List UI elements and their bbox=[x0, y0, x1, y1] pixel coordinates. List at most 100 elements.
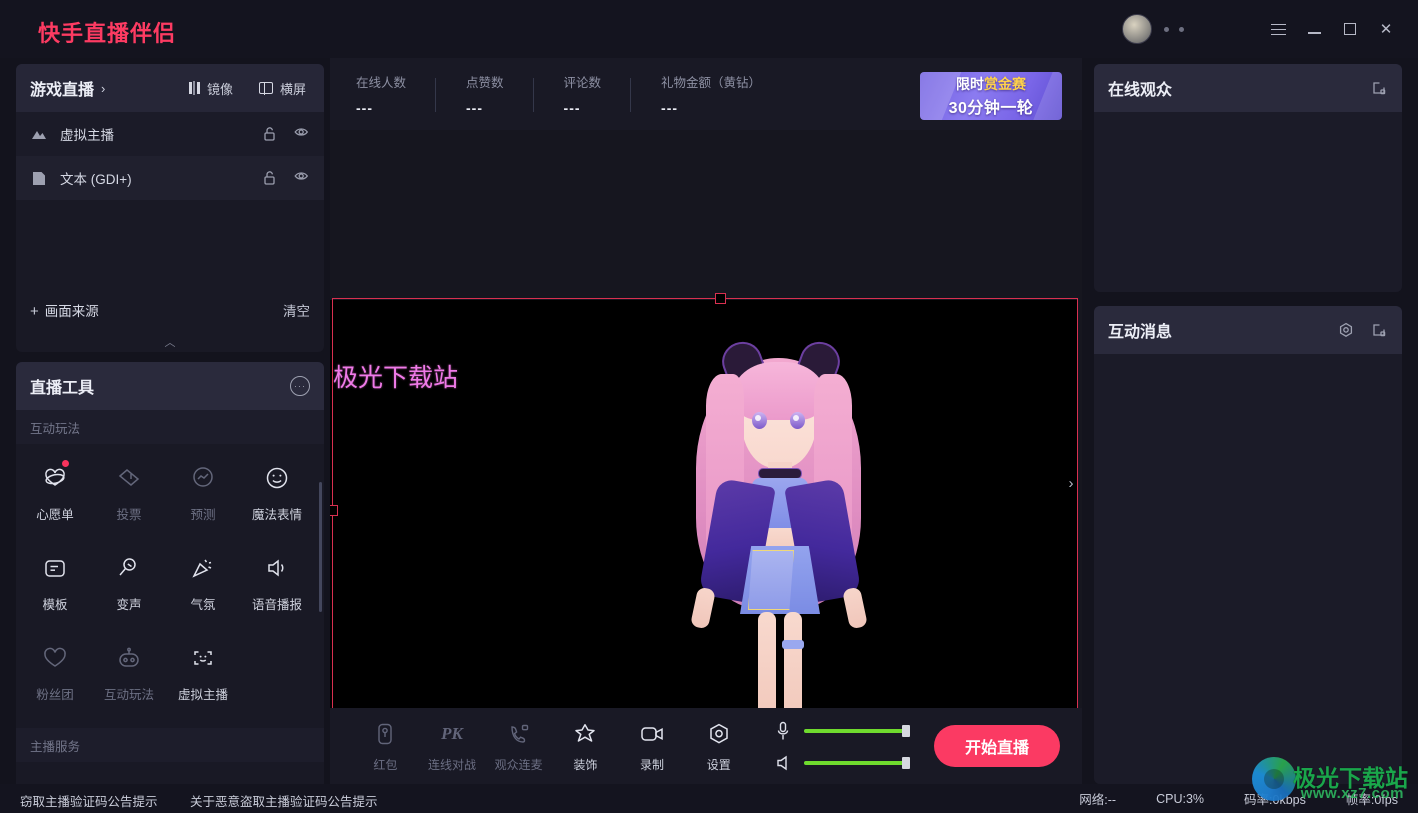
avatar-eye-left bbox=[752, 412, 767, 429]
stat-gifts: 礼物金额（黄钻） --- bbox=[661, 72, 791, 116]
control-pk[interactable]: PK 连线对战 bbox=[419, 720, 486, 773]
status-bar: 窃取主播验证码公告提示 关于恶意盗取主播验证码公告提示 网络:-- CPU:3%… bbox=[0, 784, 1418, 813]
tool-label: 魔法表情 bbox=[251, 508, 302, 522]
tool-prediction[interactable]: 预测 bbox=[166, 452, 240, 542]
vote-ticket-icon bbox=[115, 464, 143, 492]
hamburger-icon bbox=[1270, 23, 1286, 35]
title-bar: 快手直播伴侣 ✕ bbox=[0, 0, 1418, 58]
marquee-fade-mask bbox=[0, 784, 22, 813]
tools-scrollbar[interactable] bbox=[319, 482, 322, 612]
tool-atmosphere[interactable]: 气氛 bbox=[166, 542, 240, 632]
maximize-button[interactable] bbox=[1332, 9, 1368, 49]
dot-2 bbox=[1179, 26, 1184, 32]
unlock-icon[interactable] bbox=[262, 126, 278, 142]
avatar[interactable] bbox=[1122, 14, 1152, 44]
title-bar-right: ✕ bbox=[1122, 0, 1404, 58]
audio-sliders bbox=[774, 721, 911, 771]
speaker-slider-knob[interactable] bbox=[902, 757, 911, 769]
control-label: 装饰 bbox=[573, 757, 598, 772]
overlay-text[interactable]: 极光下载站 bbox=[333, 358, 458, 394]
mic-slider-knob[interactable] bbox=[902, 725, 911, 737]
notice-item-2[interactable]: 关于恶意盗取主播验证码公告提示 bbox=[190, 791, 378, 810]
source-row-vtuber[interactable]: 虚拟主播 bbox=[16, 112, 324, 156]
voice-change-icon bbox=[115, 554, 143, 582]
minimize-button[interactable] bbox=[1296, 9, 1332, 49]
control-decoration[interactable]: 装饰 bbox=[552, 720, 619, 773]
section-label-service: 主播服务 bbox=[16, 728, 324, 762]
close-button[interactable]: ✕ bbox=[1368, 9, 1404, 49]
sources-header-buttons: 镜像 横屏 bbox=[188, 79, 310, 98]
popout-icon[interactable] bbox=[1371, 80, 1388, 97]
popout-icon[interactable] bbox=[1371, 322, 1388, 339]
chevron-up-icon: ︿ bbox=[164, 337, 176, 349]
control-record[interactable]: 录制 bbox=[619, 720, 686, 773]
eye-icon[interactable] bbox=[294, 126, 310, 142]
avatar-eye-right bbox=[790, 412, 805, 429]
tool-label: 预测 bbox=[190, 508, 216, 522]
add-source-button[interactable]: + 画面来源 bbox=[30, 300, 99, 320]
tool-voice-broadcast[interactable]: 语音播报 bbox=[240, 542, 314, 632]
more-options-button[interactable]: ··· bbox=[290, 376, 310, 396]
speaker-slider-fill bbox=[804, 761, 909, 765]
promo-line-1: 限时赏金赛 bbox=[956, 74, 1026, 94]
mirror-button[interactable]: 镜像 bbox=[188, 79, 233, 98]
avatar-arm-right bbox=[842, 586, 868, 630]
sources-footer: + 画面来源 清空 bbox=[16, 290, 324, 330]
control-red-packet[interactable]: 红包 bbox=[352, 720, 419, 773]
landscape-button[interactable]: 横屏 bbox=[258, 79, 306, 98]
tool-label: 虚拟主播 bbox=[177, 688, 228, 702]
tool-voice-change[interactable]: 变声 bbox=[92, 542, 166, 632]
avatar-leg-right bbox=[784, 612, 802, 708]
mic-slider[interactable] bbox=[804, 725, 911, 737]
tool-vote[interactable]: 投票 bbox=[92, 452, 166, 542]
preview-collapse-button[interactable]: › bbox=[1060, 462, 1082, 504]
speaker-volume-icon[interactable] bbox=[774, 755, 792, 771]
scene-title[interactable]: 游戏直播 bbox=[30, 76, 94, 100]
control-settings[interactable]: 设置 bbox=[685, 720, 752, 773]
tool-fan-club[interactable]: 粉丝团 bbox=[18, 632, 92, 722]
avatar-skirt-panel bbox=[748, 550, 794, 610]
notice-item-1[interactable]: 窃取主播验证码公告提示 bbox=[20, 791, 158, 810]
tool-wishlist[interactable]: 心愿单 bbox=[18, 452, 92, 542]
clear-sources-button[interactable]: 清空 bbox=[283, 300, 310, 320]
control-label: 连线对战 bbox=[428, 757, 477, 772]
eye-icon[interactable] bbox=[294, 170, 310, 186]
tool-interactive-play[interactable]: 互动玩法 bbox=[92, 632, 166, 722]
text-icon bbox=[30, 171, 48, 186]
control-audience-mic[interactable]: 观众连麦 bbox=[485, 720, 552, 773]
face-scan-icon bbox=[189, 644, 217, 672]
sources-collapse-button[interactable]: ︿ bbox=[16, 332, 324, 352]
unlock-icon[interactable] bbox=[262, 170, 278, 186]
interactive-messages-header: 互动消息 bbox=[1094, 306, 1402, 354]
heart-outline-icon bbox=[41, 644, 69, 672]
live-tools-header: 直播工具 ··· bbox=[16, 362, 324, 410]
right-column: 在线观众 互动消息 bbox=[1094, 58, 1402, 784]
source-row-text[interactable]: 文本 (GDI+) bbox=[16, 156, 324, 200]
menu-button[interactable] bbox=[1260, 9, 1296, 49]
preview-area[interactable]: 极光下载站 › bbox=[330, 130, 1082, 708]
stat-value: --- bbox=[563, 100, 581, 116]
tool-vtuber[interactable]: 虚拟主播 bbox=[166, 632, 240, 722]
sources-panel: 游戏直播 › 镜像 横屏 虚拟主播 文本 (GDI+) + 画面来源 清空 ︿ bbox=[16, 64, 324, 352]
tool-magic-emoji[interactable]: 魔法表情 bbox=[240, 452, 314, 542]
source-name: 虚拟主播 bbox=[60, 128, 114, 143]
promo-banner[interactable]: 限时赏金赛 30分钟一轮 bbox=[920, 72, 1062, 120]
online-viewers-list[interactable] bbox=[1094, 112, 1402, 292]
tool-template[interactable]: 模板 bbox=[18, 542, 92, 632]
avatar-dots bbox=[1164, 26, 1184, 32]
control-label: 录制 bbox=[640, 757, 665, 772]
source-name: 文本 (GDI+) bbox=[60, 172, 132, 187]
app-brand-title: 快手直播伴侣 bbox=[38, 21, 177, 46]
gear-icon[interactable] bbox=[1338, 322, 1355, 339]
go-live-button[interactable]: 开始直播 bbox=[934, 725, 1060, 767]
stat-comments: 评论数 --- bbox=[564, 72, 632, 116]
vtuber-avatar-render bbox=[648, 336, 908, 708]
microphone-icon[interactable] bbox=[774, 721, 792, 741]
chevron-right-icon[interactable]: › bbox=[101, 81, 105, 96]
sources-header: 游戏直播 › 镜像 横屏 bbox=[16, 64, 324, 112]
promo-highlight: 赏金赛 bbox=[984, 76, 1026, 92]
interactive-messages-list[interactable] bbox=[1094, 354, 1402, 784]
speaker-slider[interactable] bbox=[804, 757, 911, 769]
tool-label: 投票 bbox=[116, 508, 142, 522]
fps-status: 帧率:0fps bbox=[1345, 793, 1398, 807]
